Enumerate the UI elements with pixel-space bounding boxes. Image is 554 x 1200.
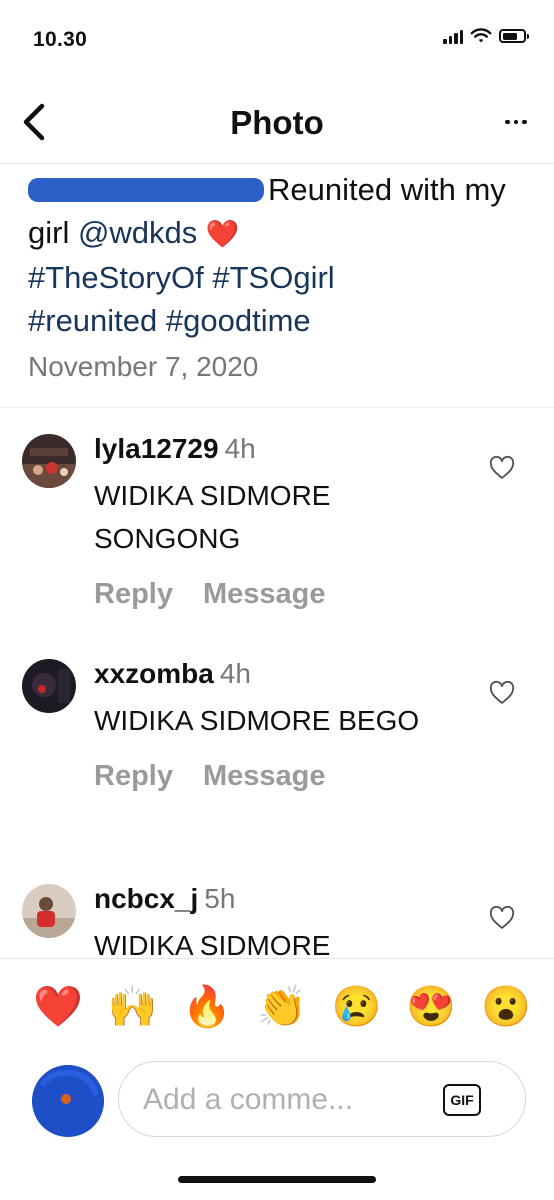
heart-outline-icon[interactable]: [488, 904, 516, 932]
comment-header: ncbcx_j 5h: [94, 882, 484, 916]
divider: [0, 407, 554, 408]
comment-body: ncbcx_j 5h WIDIKA SIDMORE: [94, 882, 484, 967]
heart-outline-icon[interactable]: [488, 679, 516, 707]
comment-header: xxzomba 4h: [94, 657, 484, 691]
clapping-hands-emoji-button[interactable]: 👏: [254, 983, 310, 1030]
comment-header: lyla12729 4h: [94, 432, 484, 466]
red-heart-emoji-button[interactable]: ❤️: [30, 983, 86, 1030]
comment-username[interactable]: xxzomba: [94, 658, 214, 689]
my-avatar: [32, 1065, 104, 1137]
message-button[interactable]: Message: [203, 578, 326, 611]
comment-input[interactable]: [143, 1080, 433, 1120]
heart-eyes-emoji-button[interactable]: 😍: [403, 983, 459, 1030]
page-title: Photo: [230, 104, 324, 141]
more-dot-icon: [505, 119, 510, 125]
redacted-username: [28, 178, 264, 202]
hashtag-link[interactable]: #TSOgirl: [212, 260, 334, 295]
surprised-face-emoji-button[interactable]: 😮: [478, 983, 534, 1030]
comment-composer-panel: ❤️ 🙌 🔥 👏 😢 😍 😮 GIF: [0, 958, 554, 1200]
avatar-photo: [22, 434, 76, 488]
reply-button[interactable]: Reply: [94, 578, 173, 611]
hashtag-link[interactable]: #goodtime: [166, 303, 311, 338]
home-indicator: [178, 1176, 376, 1183]
battery-icon: [499, 29, 529, 43]
comment-username[interactable]: ncbcx_j: [94, 883, 198, 914]
avatar-photo: [32, 1065, 104, 1137]
reply-button[interactable]: Reply: [94, 760, 173, 793]
quick-reaction-bar: ❤️ 🙌 🔥 👏 😢 😍 😮: [30, 983, 534, 1030]
comment-body: lyla12729 4h WIDIKA SIDMORE SONGONG Reply…: [94, 432, 484, 611]
avatar-photo: [22, 659, 76, 713]
comment-body: xxzomba 4h WIDIKA SIDMORE BEGO Reply Mess…: [94, 657, 484, 793]
raising-hands-emoji-button[interactable]: 🙌: [105, 983, 161, 1030]
more-dot-icon: [513, 119, 519, 125]
comment-time: 4h: [219, 658, 251, 689]
status-time: 10.30: [33, 28, 88, 51]
avatar[interactable]: [22, 659, 76, 713]
crying-face-emoji-button[interactable]: 😢: [329, 983, 385, 1030]
comment-input-box: GIF: [118, 1061, 526, 1137]
avatar[interactable]: [22, 884, 76, 938]
comment-text: WIDIKA SIDMORE BEGO: [94, 705, 420, 736]
comment-username[interactable]: lyla12729: [94, 433, 219, 464]
more-dot-icon: [522, 119, 527, 125]
comment-actions: Reply Message: [94, 760, 484, 793]
comment-time: 5h: [204, 883, 236, 914]
status-bar: 10.30: [0, 0, 554, 80]
wifi-icon: [470, 28, 492, 43]
post-date: November 7, 2020: [28, 351, 259, 382]
signal-icon: [443, 29, 463, 44]
caption-mention[interactable]: @wdkds: [78, 215, 197, 250]
caption-text: Reunited with my girl @wdkds ❤️ #TheStor…: [28, 168, 534, 342]
hashtag-link[interactable]: #reunited: [28, 303, 157, 338]
more-options-button[interactable]: [496, 102, 536, 142]
fire-emoji-button[interactable]: 🔥: [179, 983, 235, 1030]
comment-time: 4h: [224, 433, 256, 464]
avatar-photo: [22, 884, 76, 938]
gif-button[interactable]: GIF: [443, 1084, 481, 1116]
avatar[interactable]: [22, 434, 76, 488]
message-button[interactable]: Message: [203, 760, 326, 793]
nav-bar: Photo: [0, 80, 554, 164]
comment-text: WIDIKA SIDMORE SONGONG: [94, 480, 331, 554]
heart-outline-icon[interactable]: [488, 454, 516, 482]
status-icons: [443, 28, 529, 44]
post-caption: Reunited with my girl @wdkds ❤️ #TheStor…: [28, 168, 534, 404]
comment-actions: Reply Message: [94, 578, 484, 611]
hashtag-link[interactable]: #TheStoryOf: [28, 260, 204, 295]
red-heart-emoji: ❤️: [205, 219, 240, 249]
